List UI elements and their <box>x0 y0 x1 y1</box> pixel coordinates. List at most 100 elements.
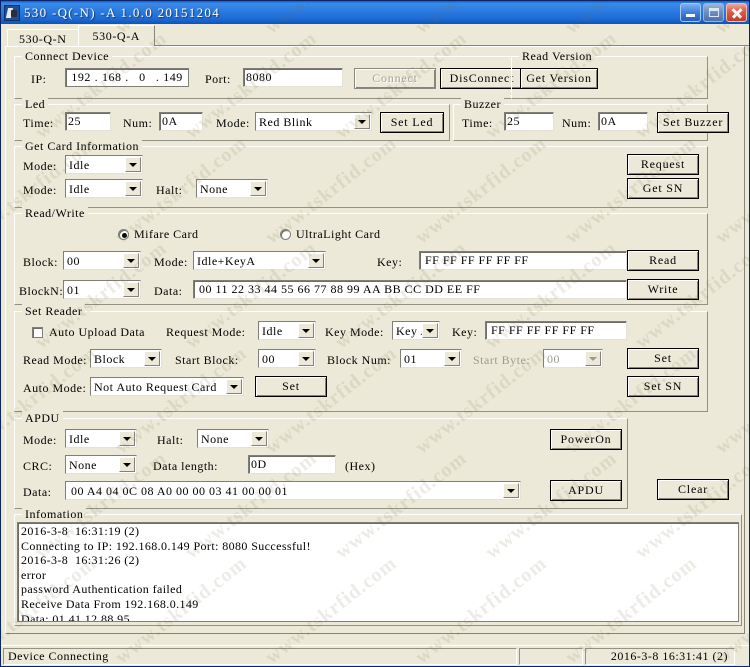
set-led-button[interactable]: Set Led <box>380 112 444 133</box>
start-block-select[interactable]: 00 <box>258 349 316 368</box>
auto-mode-label: Auto Mode: <box>23 381 87 395</box>
led-time-input[interactable]: 25 <box>65 112 111 131</box>
blockn-value: 01 <box>67 283 80 297</box>
card-halt-label: Halt: <box>156 183 183 197</box>
set-sn-button[interactable]: Set SN <box>627 376 699 397</box>
minimize-icon <box>686 14 695 17</box>
chevron-down-icon[interactable] <box>298 323 314 338</box>
auto-mode-select[interactable]: Not Auto Request Card <box>90 377 244 396</box>
chevron-down-icon[interactable] <box>226 379 242 394</box>
apdu-mode-value: Idle <box>69 432 90 446</box>
group-title-apdu: APDU <box>22 411 63 426</box>
apdu-send-button[interactable]: APDU <box>550 480 622 501</box>
group-title-led: Led <box>22 97 49 112</box>
group-set-reader: Set Reader Auto Upload Data Request Mode… <box>14 304 708 412</box>
group-title-set-reader: Set Reader <box>22 304 86 319</box>
request-mode-select[interactable]: Idle <box>258 321 316 340</box>
start-block-label: Start Block: <box>175 353 239 367</box>
block-select[interactable]: 00 <box>63 251 141 270</box>
chevron-down-icon[interactable] <box>123 253 139 268</box>
chevron-down-icon[interactable] <box>123 282 139 297</box>
crc-select[interactable]: None <box>65 455 137 474</box>
chevron-down-icon[interactable] <box>119 457 135 472</box>
read-mode-select[interactable]: Block <box>90 349 162 368</box>
chevron-down-icon[interactable] <box>125 157 141 172</box>
rw-mode-value: Idle+KeyA <box>197 254 256 268</box>
rw-key-input[interactable]: FF FF FF FF FF FF <box>419 251 627 270</box>
chevron-down-icon[interactable] <box>119 431 135 446</box>
group-buzzer: Buzzer Time: 25 Num: 0A Set Buzzer <box>453 97 729 141</box>
radio-mifare-label: Mifare Card <box>134 227 199 241</box>
tab-530-q-a[interactable]: 530-Q-A <box>77 25 156 46</box>
auto-mode-value: Not Auto Request Card <box>94 380 217 394</box>
radio-mifare-card[interactable]: Mifare Card <box>118 227 198 242</box>
buzzer-num-input[interactable]: 0A <box>598 112 648 131</box>
chevron-down-icon[interactable] <box>308 253 324 268</box>
close-button[interactable] <box>726 3 747 22</box>
chevron-down-icon[interactable] <box>250 181 266 196</box>
block-value: 00 <box>67 254 80 268</box>
ip-input[interactable]: 192 . 168 . 0 . 149 <box>65 68 189 87</box>
crc-label: CRC: <box>23 459 53 473</box>
chevron-down-icon[interactable] <box>298 351 314 366</box>
set-reader-button[interactable]: Set <box>627 348 699 369</box>
auto-mode-set-button[interactable]: Set <box>255 376 327 397</box>
group-title-infomation: Infomation <box>22 507 87 522</box>
radio-ultralight-card[interactable]: UltraLight Card <box>280 227 380 242</box>
rw-data-input[interactable]: 00 11 22 33 44 55 66 77 88 99 AA BB CC D… <box>193 280 627 299</box>
buzzer-time-input[interactable]: 25 <box>504 112 554 131</box>
window-title: 530 -Q(-N) -A 1.0.0 20151204 <box>24 4 220 20</box>
status-middle <box>519 647 583 665</box>
get-version-button[interactable]: Get Version <box>520 68 598 89</box>
minimize-button[interactable] <box>680 3 701 22</box>
chevron-down-icon[interactable] <box>422 323 438 338</box>
led-num-input[interactable]: 0A <box>159 112 203 131</box>
data-length-input[interactable]: 0D <box>248 455 336 474</box>
resize-grip-icon[interactable] <box>735 646 749 667</box>
chevron-down-icon[interactable] <box>354 114 370 129</box>
apdu-data-input[interactable]: 00 A4 04 0C 08 A0 00 00 03 41 00 00 01 <box>65 481 521 500</box>
card-halt-select[interactable]: None <box>196 179 268 198</box>
led-mode-label: Mode: <box>216 116 250 130</box>
port-input[interactable]: 8080 <box>243 68 343 87</box>
card-mode2-select[interactable]: Idle <box>65 179 143 198</box>
log-line: Receive Data From 192.168.0.149 <box>21 596 199 611</box>
group-title-read-write: Read/Write <box>22 206 88 221</box>
tab-530-q-n[interactable]: 530-Q-N <box>7 29 79 46</box>
set-buzzer-button[interactable]: Set Buzzer <box>657 112 729 133</box>
rw-mode-select[interactable]: Idle+KeyA <box>193 251 326 270</box>
chevron-down-icon[interactable] <box>125 181 141 196</box>
poweron-button[interactable]: PowerOn <box>550 429 622 450</box>
block-num-select[interactable]: 01 <box>400 349 462 368</box>
chevron-down-icon[interactable] <box>251 431 267 446</box>
led-mode-select[interactable]: Red Blink <box>255 112 372 131</box>
request-button[interactable]: Request <box>627 154 699 175</box>
clear-button[interactable]: Clear <box>657 479 729 500</box>
write-button[interactable]: Write <box>627 279 699 300</box>
card-halt-value: None <box>200 182 228 196</box>
title-bar: 530 -Q(-N) -A 1.0.0 20151204 <box>1 1 749 24</box>
log-line: password Authentication failed <box>21 582 183 597</box>
block-num-label: Block Num: <box>327 353 391 367</box>
radio-ultralight-label: UltraLight Card <box>296 227 381 241</box>
chevron-down-icon[interactable] <box>144 351 160 366</box>
connect-button[interactable]: Connect <box>354 68 436 89</box>
get-sn-button[interactable]: Get SN <box>627 178 699 199</box>
information-log[interactable]: 2016-3-8 16:31:19 (2) Connecting to IP: … <box>17 522 739 622</box>
read-button[interactable]: Read <box>627 250 699 271</box>
read-mode-label: Read Mode: <box>23 353 87 367</box>
chevron-down-icon[interactable] <box>444 351 460 366</box>
ip-label: IP: <box>31 72 47 86</box>
crc-value: None <box>69 458 97 472</box>
auto-upload-data-checkbox[interactable]: Auto Upload Data <box>32 325 145 340</box>
blockn-select[interactable]: 01 <box>63 280 141 299</box>
key-mode-select[interactable]: Key A <box>392 321 440 340</box>
card-mode1-select[interactable]: Idle <box>65 155 143 174</box>
apdu-halt-select[interactable]: None <box>197 429 269 448</box>
reader-key-input[interactable]: FF FF FF FF FF FF <box>485 321 627 340</box>
tab-strip-filler <box>155 45 749 46</box>
maximize-button[interactable] <box>703 3 724 22</box>
chevron-down-icon[interactable] <box>503 483 519 498</box>
apdu-mode-select[interactable]: Idle <box>65 429 137 448</box>
start-byte-value: 00 <box>547 352 560 366</box>
